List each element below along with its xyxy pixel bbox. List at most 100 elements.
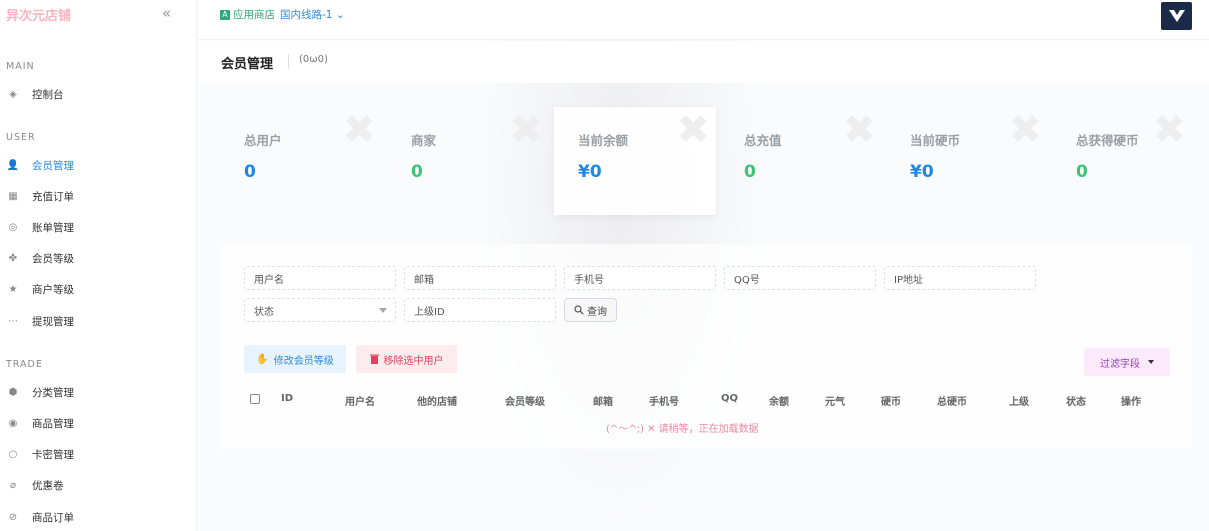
sidebar-item-label: 商户等级: [32, 283, 74, 296]
topbar: A 应用商店 国内线路-1 ⌄: [198, 0, 1209, 40]
sidebar-item-label: 控制台: [32, 88, 64, 101]
stat-value: 0: [1076, 162, 1088, 182]
category-icon: ⬢: [8, 386, 18, 398]
trash-icon: [369, 354, 379, 364]
decor-icon: ✖: [1008, 107, 1042, 153]
col-level[interactable]: 会员等级: [505, 393, 545, 408]
col-energy[interactable]: 元气: [825, 393, 845, 408]
remove-selected-button[interactable]: 移除选中用户: [356, 345, 457, 373]
sidebar-item-merchant-levels[interactable]: ★ 商户等级: [0, 278, 196, 300]
order-icon: ⊘: [8, 511, 18, 523]
caret-down-icon: [1148, 360, 1154, 364]
sidebar-item-label: 会员管理: [32, 159, 74, 172]
stat-label: 商家: [411, 133, 437, 148]
col-status[interactable]: 状态: [1066, 393, 1086, 408]
sidebar-item-dashboard[interactable]: ◈ 控制台: [0, 83, 196, 105]
coupon-icon: ⌀: [9, 479, 17, 491]
sidebar-item-withdrawals[interactable]: ⋯ 提现管理: [0, 310, 196, 332]
stat-card-total-recharge: ✖ 总充值 0: [720, 107, 882, 215]
col-phone[interactable]: 手机号: [649, 393, 679, 408]
stat-label: 当前余额: [578, 133, 629, 148]
col-actions[interactable]: 操作: [1121, 393, 1141, 408]
sidebar-item-coupons[interactable]: ⌀ 优惠卷: [0, 474, 196, 496]
stat-value: 0: [411, 162, 423, 182]
orders-icon: ▦: [8, 190, 18, 202]
username-input[interactable]: 用户名: [244, 266, 396, 290]
stat-card-total-users: ✖ 总用户 0: [220, 107, 382, 215]
stat-value: 0: [244, 162, 256, 182]
section-trade: TRADE: [6, 359, 43, 370]
col-username[interactable]: 用户名: [345, 393, 375, 408]
sidebar-item-label: 优惠卷: [32, 479, 64, 492]
hand-icon: ✋: [256, 353, 269, 365]
page-title: 会员管理: [221, 57, 274, 72]
sidebar-item-members[interactable]: 👤 会员管理: [0, 154, 196, 176]
sidebar-item-label: 账单管理: [32, 221, 74, 234]
stat-card-merchants: ✖ 商家 0: [387, 107, 549, 215]
app-store-label: 应用商店: [233, 9, 275, 21]
col-qq[interactable]: QQ: [721, 393, 738, 404]
status-select-value: 状态: [254, 306, 274, 318]
line-label: 国内线路-1: [280, 9, 333, 21]
sidebar-item-label: 分类管理: [32, 386, 74, 399]
stat-value: ¥0: [910, 162, 934, 182]
stat-value: 0: [744, 162, 756, 182]
section-main: MAIN: [6, 61, 35, 72]
modify-level-button[interactable]: ✋ 修改会员等级: [244, 345, 346, 373]
col-coins[interactable]: 硬币: [881, 393, 901, 408]
filter-fields-label: 过滤字段: [1100, 358, 1140, 370]
stat-card-total-coins: ✖ 总获得硬币 0: [1052, 107, 1192, 215]
level-icon: ✤: [8, 252, 18, 264]
status-select[interactable]: 状态: [244, 298, 396, 322]
phone-input[interactable]: 手机号: [564, 266, 716, 290]
page-subtitle: (0ω0): [288, 54, 328, 69]
col-id[interactable]: ID: [281, 393, 293, 404]
collapse-sidebar-icon[interactable]: «: [162, 4, 171, 22]
col-shop[interactable]: 他的店铺: [417, 393, 457, 408]
stat-label: 总获得硬币: [1076, 133, 1139, 148]
sidebar-item-recharge-orders[interactable]: ▦ 充值订单: [0, 185, 196, 207]
app-store-link[interactable]: A 应用商店: [220, 7, 275, 22]
decor-icon: ✖: [676, 107, 710, 153]
product-icon: ◉: [8, 417, 18, 429]
dashboard-icon: ◈: [9, 88, 17, 100]
sidebar: 异次元店铺 « MAIN ◈ 控制台 USER 👤 会员管理 ▦ 充值订单 ◎ …: [0, 0, 197, 531]
sidebar-item-bills[interactable]: ◎ 账单管理: [0, 216, 196, 238]
chevron-down-icon: ⌄: [335, 9, 345, 21]
parent-id-input[interactable]: 上级ID: [404, 298, 556, 322]
line-selector[interactable]: 国内线路-1 ⌄: [280, 7, 345, 22]
sidebar-item-label: 卡密管理: [32, 448, 74, 461]
query-button[interactable]: 查询: [564, 298, 617, 322]
stat-label: 当前硬币: [910, 133, 961, 148]
select-all-checkbox[interactable]: [250, 394, 260, 404]
col-total-coins[interactable]: 总硬币: [937, 393, 967, 408]
section-user: USER: [6, 132, 36, 143]
sidebar-item-products[interactable]: ◉ 商品管理: [0, 412, 196, 434]
avatar[interactable]: [1161, 2, 1192, 30]
sidebar-item-member-levels[interactable]: ✤ 会员等级: [0, 247, 196, 269]
sidebar-item-categories[interactable]: ⬢ 分类管理: [0, 381, 196, 403]
decor-icon: ✖: [342, 107, 376, 153]
sidebar-item-cards[interactable]: ○ 卡密管理: [0, 443, 196, 465]
col-email[interactable]: 邮箱: [593, 393, 613, 408]
bill-icon: ◎: [8, 221, 18, 233]
sidebar-item-label: 提现管理: [32, 315, 74, 328]
col-parent[interactable]: 上级: [1009, 393, 1029, 408]
logo-icon: [1168, 10, 1185, 22]
query-button-label: 查询: [587, 306, 607, 318]
col-balance[interactable]: 余额: [769, 393, 789, 408]
sidebar-item-product-orders[interactable]: ⊘ 商品订单: [0, 506, 196, 528]
sidebar-item-label: 商品管理: [32, 417, 74, 430]
ip-input[interactable]: IP地址: [884, 266, 1036, 290]
more-icon: ⋯: [8, 315, 18, 327]
sidebar-item-label: 充值订单: [32, 190, 74, 203]
filter-fields-button[interactable]: 过滤字段: [1084, 348, 1170, 376]
decor-icon: ✖: [1152, 107, 1186, 153]
decor-icon: ✖: [842, 107, 876, 153]
email-input[interactable]: 邮箱: [404, 266, 556, 290]
stat-card-balance: ✖ 当前余额 ¥0: [554, 107, 716, 215]
sidebar-item-label: 会员等级: [32, 252, 74, 265]
stat-label: 总用户: [244, 133, 282, 148]
search-icon: [574, 305, 584, 315]
qq-input[interactable]: QQ号: [724, 266, 876, 290]
